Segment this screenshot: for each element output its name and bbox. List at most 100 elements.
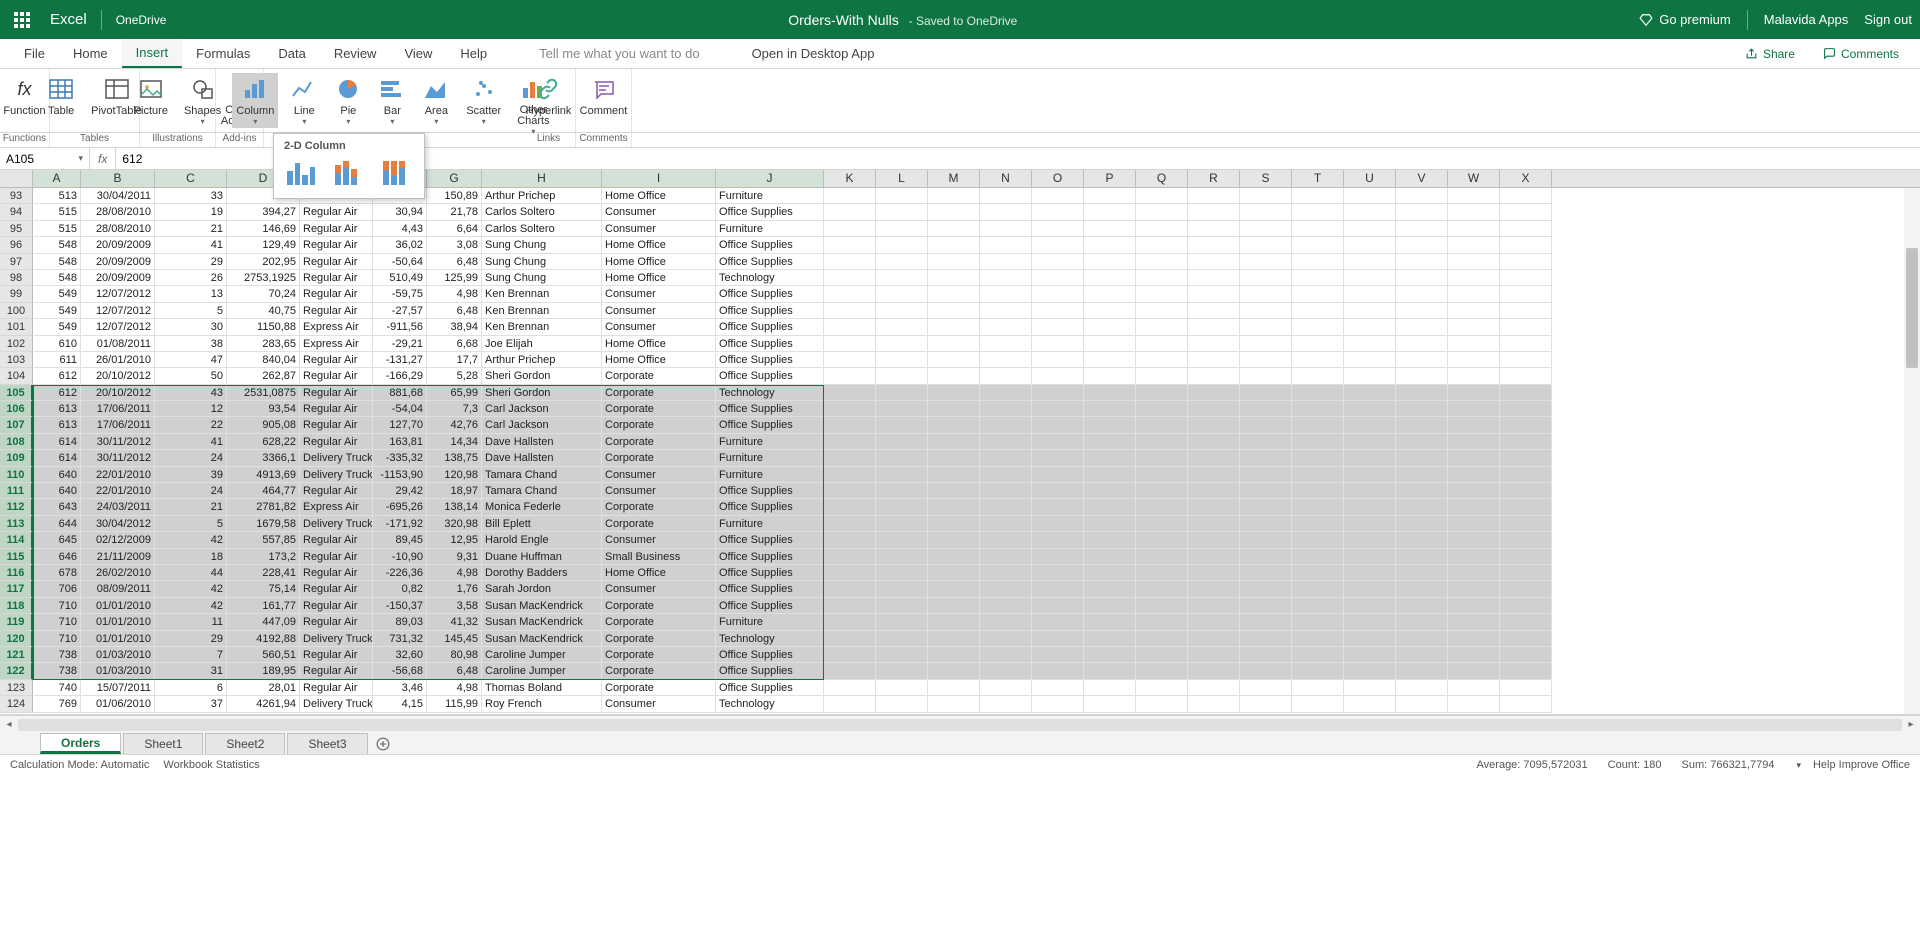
cell[interactable] [1448,368,1500,384]
service-name[interactable]: OneDrive [116,13,167,27]
cell[interactable]: -131,27 [373,352,427,368]
row-header[interactable]: 98 [0,270,33,286]
cell[interactable] [1500,188,1552,204]
cell[interactable]: Office Supplies [716,352,824,368]
tab-help[interactable]: Help [446,39,501,68]
cell[interactable]: 710 [33,598,81,614]
cell[interactable]: 50 [155,368,227,384]
cell[interactable] [928,336,980,352]
cell[interactable] [876,303,928,319]
cell[interactable]: 89,45 [373,532,427,548]
cell[interactable]: 42,76 [427,417,482,433]
cell[interactable] [1240,368,1292,384]
cell[interactable] [1500,401,1552,417]
cell[interactable] [928,499,980,515]
cell[interactable]: Technology [716,631,824,647]
cell[interactable] [1344,614,1396,630]
cell[interactable] [980,647,1032,663]
column-chart-button[interactable]: Column ▾ [232,73,278,128]
cell[interactable]: Dorothy Badders [482,565,602,581]
cell[interactable]: 614 [33,434,81,450]
cell[interactable]: 32,60 [373,647,427,663]
cell[interactable]: 610 [33,336,81,352]
cell[interactable] [928,483,980,499]
cell[interactable]: 29 [155,254,227,270]
cell[interactable]: Office Supplies [716,549,824,565]
row-header[interactable]: 120 [0,631,33,647]
cell[interactable] [928,270,980,286]
row-header[interactable]: 123 [0,680,33,696]
cell[interactable] [1292,467,1344,483]
cell[interactable] [980,303,1032,319]
cell[interactable] [1292,549,1344,565]
cell[interactable] [1292,401,1344,417]
cell[interactable]: 30/11/2012 [81,434,155,450]
cell[interactable] [1292,581,1344,597]
cell[interactable]: 38 [155,336,227,352]
cell[interactable]: 24/03/2011 [81,499,155,515]
cell[interactable]: -166,29 [373,368,427,384]
cell[interactable]: 33 [155,188,227,204]
cell[interactable]: Office Supplies [716,581,824,597]
cell[interactable]: Office Supplies [716,204,824,220]
horizontal-scrollbar[interactable]: ◂ ▸ [0,715,1920,733]
cell[interactable]: 22 [155,417,227,433]
cell[interactable]: 28/08/2010 [81,204,155,220]
cell[interactable]: 18 [155,549,227,565]
picture-button[interactable]: Picture [130,73,172,119]
cell[interactable]: 3366,1 [227,450,300,466]
cell[interactable] [1240,581,1292,597]
cell[interactable] [1188,680,1240,696]
cell[interactable]: 163,81 [373,434,427,450]
cell[interactable] [980,434,1032,450]
cell[interactable] [928,352,980,368]
cell[interactable] [824,581,876,597]
cell[interactable] [824,549,876,565]
cell[interactable] [1292,696,1344,712]
cell[interactable]: Furniture [716,516,824,532]
cell[interactable] [980,221,1032,237]
cell[interactable] [1032,270,1084,286]
cell[interactable] [1292,204,1344,220]
cell[interactable]: 146,69 [227,221,300,237]
chevron-down-icon[interactable]: ▾ [78,153,83,164]
cell[interactable]: Office Supplies [716,368,824,384]
cell[interactable] [876,565,928,581]
cell[interactable] [1032,581,1084,597]
chevron-down-icon[interactable]: ▾ [1796,760,1801,771]
cell[interactable] [928,319,980,335]
cell[interactable] [1292,499,1344,515]
row-header[interactable]: 94 [0,204,33,220]
cell[interactable]: 43 [155,385,227,401]
cell[interactable]: Susan MacKendrick [482,614,602,630]
cell[interactable]: Delivery Truck [300,450,373,466]
cell[interactable] [1136,663,1188,679]
cell[interactable] [876,680,928,696]
sheet-tab-sheet2[interactable]: Sheet2 [205,733,285,754]
cell[interactable] [1084,303,1136,319]
cell[interactable] [1500,336,1552,352]
cell[interactable] [1032,336,1084,352]
cell[interactable] [1240,516,1292,532]
cell[interactable]: 283,65 [227,336,300,352]
cell[interactable]: Delivery Truck [300,631,373,647]
cell[interactable] [824,598,876,614]
cell[interactable]: Tamara Chand [482,483,602,499]
cell[interactable] [980,204,1032,220]
cell[interactable]: 6 [155,680,227,696]
cell[interactable]: 548 [33,237,81,253]
cell[interactable]: 706 [33,581,81,597]
cell[interactable]: 644 [33,516,81,532]
cell[interactable] [1032,680,1084,696]
cell[interactable] [1084,237,1136,253]
cell[interactable]: 1150,88 [227,319,300,335]
cell[interactable]: Regular Air [300,303,373,319]
cell[interactable] [1136,499,1188,515]
cell[interactable] [980,614,1032,630]
cell[interactable]: -59,75 [373,286,427,302]
cell[interactable]: 150,89 [427,188,482,204]
cell[interactable] [1292,352,1344,368]
cell[interactable] [1084,549,1136,565]
cell[interactable] [1188,516,1240,532]
cell[interactable]: 22/01/2010 [81,467,155,483]
